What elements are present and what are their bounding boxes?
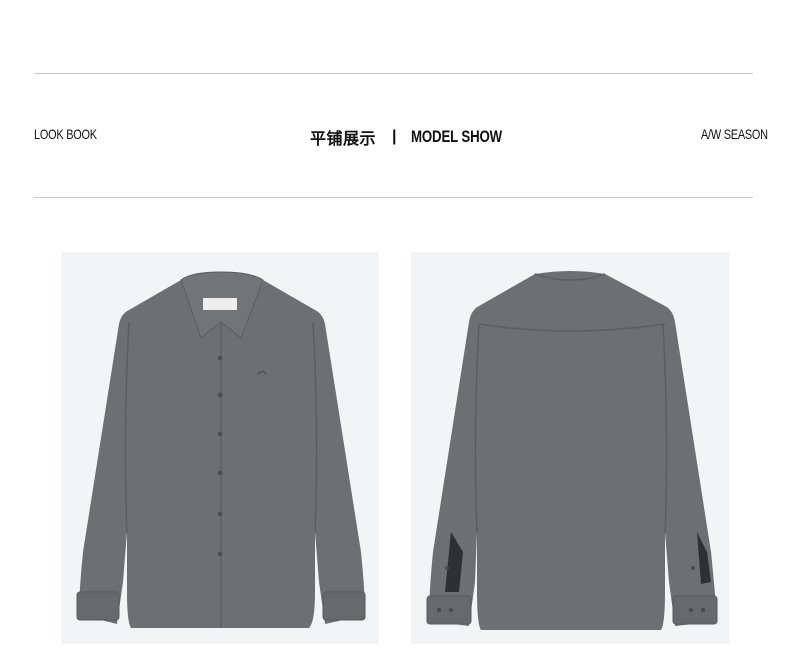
top-divider [34, 73, 753, 74]
bottom-divider [34, 197, 753, 198]
look-book-label: LOOK BOOK [34, 126, 97, 142]
section-title-en: MODEL SHOW [410, 127, 502, 146]
season-label: A/W SEASON [701, 126, 768, 142]
shirt-back-image [411, 252, 729, 644]
section-title: 平铺展示 | MODEL SHOW [310, 124, 527, 150]
title-separator: | [392, 128, 397, 145]
section-title-cn: 平铺展示 [310, 131, 377, 148]
shirt-front-image [61, 252, 379, 644]
